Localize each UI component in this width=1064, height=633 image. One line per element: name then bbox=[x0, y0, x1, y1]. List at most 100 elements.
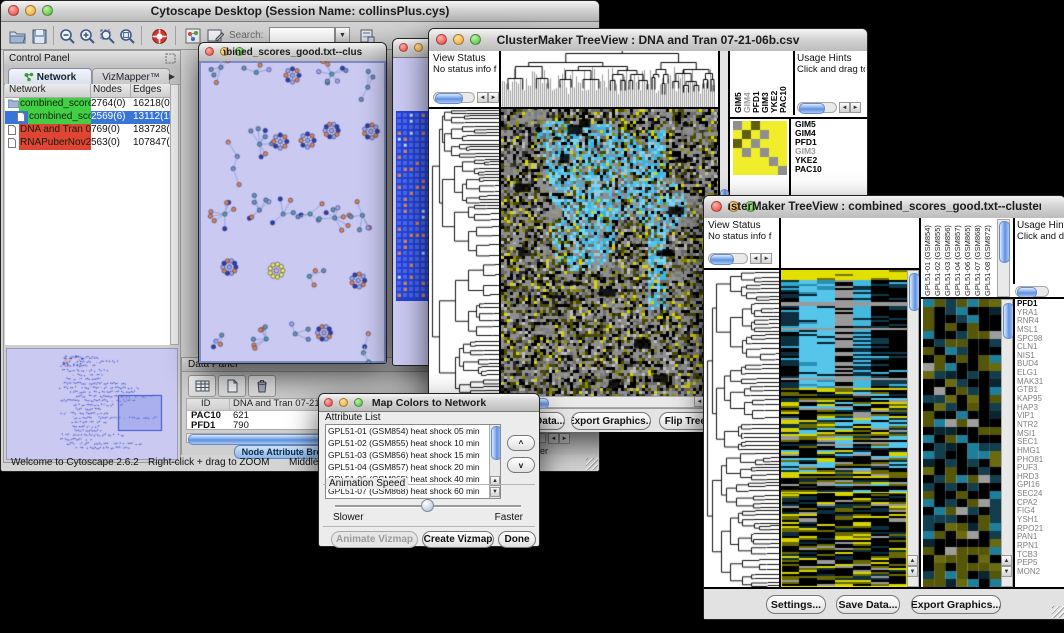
zoom-out-button[interactable] bbox=[57, 26, 77, 46]
search-dropdown-button[interactable]: ▼ bbox=[335, 27, 350, 43]
datapanel-scroll-right[interactable]: ► bbox=[559, 433, 570, 444]
tv1-status-scroll-thumb[interactable] bbox=[435, 93, 463, 104]
attribute-list-scroll-down[interactable]: ▼ bbox=[490, 487, 500, 497]
treeview1-titlebar[interactable]: ClusterMaker TreeView : DNA and Tran 07-… bbox=[429, 29, 867, 52]
tv1-column-label[interactable]: PAC10 bbox=[778, 51, 787, 113]
network-table-row[interactable]: RNAPuberNov2+I563(0)107847(0) bbox=[5, 137, 173, 150]
zoom-in-button[interactable] bbox=[77, 26, 97, 46]
attribute-list-item[interactable]: GPL51-02 (GSM855) heat shock 10 min bbox=[328, 438, 488, 450]
tv2-global-vscrollbar[interactable]: ▲ ▼ bbox=[907, 270, 919, 587]
tv2-column-label[interactable]: GPL51-02 (GSM855) bbox=[933, 218, 943, 296]
datapanel-delete-button[interactable] bbox=[248, 375, 276, 397]
col-header-network[interactable]: Network bbox=[9, 84, 46, 95]
close-icon[interactable] bbox=[711, 201, 722, 212]
tv1-column-label[interactable]: YKE2 bbox=[769, 51, 778, 113]
done-button[interactable]: Done bbox=[498, 531, 536, 548]
close-icon[interactable] bbox=[205, 47, 214, 56]
tv2-column-label[interactable]: GPL51-01 (GSM854) bbox=[923, 218, 933, 296]
tv2-column-label[interactable]: GPL51-07 (GSM868) bbox=[973, 218, 983, 296]
animate-vizmap-button[interactable]: Animate Vizmap bbox=[331, 531, 418, 548]
tv1-column-label[interactable]: GIM3 bbox=[760, 51, 769, 113]
tab-vizmapper[interactable]: VizMapper™ bbox=[92, 68, 170, 85]
network-table-row[interactable]: combined_scores2764(0)16218(0) bbox=[5, 98, 173, 111]
control-panel-vscrollbar[interactable] bbox=[170, 84, 179, 345]
tv2-export-graphics-button[interactable]: Export Graphics... bbox=[911, 595, 1001, 614]
network-graph-canvas[interactable] bbox=[199, 61, 386, 363]
tv2-column-label[interactable]: GPL51-08 (GSM872) bbox=[983, 218, 993, 296]
tv2-zoom-scroll-down[interactable]: ▼ bbox=[1001, 566, 1012, 577]
tab-network[interactable]: Network bbox=[8, 68, 92, 85]
tv2-column-label[interactable]: GPL51-06 (GSM865) bbox=[963, 218, 973, 296]
tv2-status-scroll-right[interactable]: ► bbox=[761, 253, 772, 264]
tv2-zoom-scroll-up[interactable]: ▲ bbox=[1001, 555, 1012, 566]
tv2-labels-vscroll-thumb[interactable] bbox=[999, 221, 1010, 263]
tv2-labels-vscrollbar[interactable] bbox=[997, 219, 1010, 297]
tv2-save-data-button[interactable]: Save Data... bbox=[836, 595, 900, 614]
minimize-icon[interactable] bbox=[414, 43, 423, 52]
treeview2-titlebar[interactable]: ClusterMaker TreeView : combined_scores_… bbox=[704, 196, 1064, 219]
slider-thumb[interactable] bbox=[421, 499, 434, 512]
attribute-list-scroll-thumb[interactable] bbox=[491, 426, 501, 460]
tv1-hints-scroll-left[interactable]: ◄ bbox=[839, 102, 850, 113]
tv1-status-scroll-right[interactable]: ► bbox=[488, 92, 499, 103]
tv2-row-dendrogram[interactable] bbox=[706, 270, 779, 587]
tv2-status-scroll-thumb[interactable] bbox=[710, 254, 734, 265]
tv1-column-label[interactable]: PFD1 bbox=[751, 51, 760, 113]
tv2-status-scroll-left[interactable]: ◄ bbox=[750, 253, 761, 264]
tv1-hints-scroll-thumb[interactable] bbox=[799, 103, 825, 114]
tv2-resize-grip[interactable] bbox=[1052, 606, 1064, 618]
close-icon[interactable] bbox=[436, 34, 447, 45]
tv2-gene-label[interactable]: MON2 bbox=[1017, 568, 1063, 577]
birdseye-canvas[interactable] bbox=[7, 349, 177, 459]
tv2-column-label[interactable]: GPL51-04 (GSM857) bbox=[953, 218, 963, 296]
datapanel-scroll-left[interactable]: ◄ bbox=[548, 433, 559, 444]
network-table-row[interactable]: combined_sco2569(6)13112(15) bbox=[5, 111, 173, 124]
tv2-zoom-vscrollbar[interactable]: ▲ ▼ bbox=[1001, 299, 1013, 587]
open-file-button[interactable] bbox=[7, 26, 27, 46]
close-icon[interactable] bbox=[8, 5, 19, 16]
tv1-summary-matrix[interactable] bbox=[733, 121, 787, 175]
animation-speed-slider[interactable] bbox=[335, 499, 521, 513]
tv1-hints-scroll-right[interactable]: ► bbox=[850, 102, 861, 113]
zoom-selected-button[interactable] bbox=[97, 26, 117, 46]
tv1-export-graphics-button[interactable]: Export Graphics... bbox=[571, 412, 651, 430]
move-down-button[interactable]: v bbox=[507, 457, 535, 473]
more-tabs-button[interactable]: ▶ bbox=[166, 70, 178, 82]
main-resize-grip[interactable] bbox=[586, 458, 598, 470]
attribute-list-item[interactable]: GPL51-01 (GSM854) heat shock 05 min bbox=[328, 426, 488, 438]
col-header-nodes[interactable]: Nodes bbox=[93, 84, 122, 95]
datapanel-newdoc-button[interactable] bbox=[218, 375, 246, 397]
tv1-column-label[interactable]: GIM4 bbox=[742, 51, 751, 113]
tv1-column-dendrogram[interactable] bbox=[501, 51, 715, 107]
tv1-column-label[interactable]: GIM5 bbox=[733, 51, 742, 113]
help-button[interactable] bbox=[149, 26, 169, 46]
close-icon[interactable] bbox=[399, 43, 408, 52]
close-icon[interactable] bbox=[324, 398, 333, 407]
attribute-list-item[interactable]: GPL51-03 (GSM856) heat shock 15 min bbox=[328, 450, 488, 462]
tv2-global-heatmap[interactable] bbox=[781, 270, 907, 587]
tv2-zoom-heatmap[interactable] bbox=[923, 299, 1001, 587]
move-up-button[interactable]: ^ bbox=[507, 435, 535, 451]
col-header-edges[interactable]: Edges bbox=[133, 84, 161, 95]
zoom-fit-button[interactable] bbox=[117, 26, 137, 46]
tv2-column-label[interactable]: GPL51-03 (GSM856) bbox=[943, 218, 953, 296]
tv1-heatmap-canvas[interactable] bbox=[501, 109, 718, 396]
dialog-titlebar[interactable]: Map Colors to Network bbox=[319, 394, 539, 412]
network-view-titlebar[interactable]: combined_scores_good.txt--cluste... bbox=[199, 43, 386, 62]
tv1-status-scroll-left[interactable]: ◄ bbox=[477, 92, 488, 103]
tv1-row-label[interactable]: PAC10 bbox=[795, 165, 839, 174]
tv2-global-scroll-up[interactable]: ▲ bbox=[907, 555, 918, 566]
attribute-list-scrollbar[interactable]: ▲ ▼ bbox=[489, 425, 500, 498]
create-vizmap-button[interactable]: Create Vizmap bbox=[422, 531, 494, 548]
datapanel-table-button[interactable] bbox=[188, 375, 216, 397]
tv2-global-scroll-down[interactable]: ▼ bbox=[907, 566, 918, 577]
tv1-row-dendrogram[interactable] bbox=[431, 109, 499, 396]
network-table-row[interactable]: DNA and Tran 07769(0)183728(0) bbox=[5, 124, 173, 137]
save-button[interactable] bbox=[29, 26, 49, 46]
attribute-list-item[interactable]: GPL51-04 (GSM857) heat shock 20 min bbox=[328, 462, 488, 474]
search-input[interactable] bbox=[269, 27, 335, 43]
main-titlebar[interactable]: Cytoscape Desktop (Session Name: collins… bbox=[1, 1, 599, 22]
datacol-id[interactable]: ID bbox=[201, 398, 211, 409]
tv2-settings-button[interactable]: Settings... bbox=[766, 595, 826, 614]
float-panel-icon[interactable] bbox=[165, 53, 176, 64]
